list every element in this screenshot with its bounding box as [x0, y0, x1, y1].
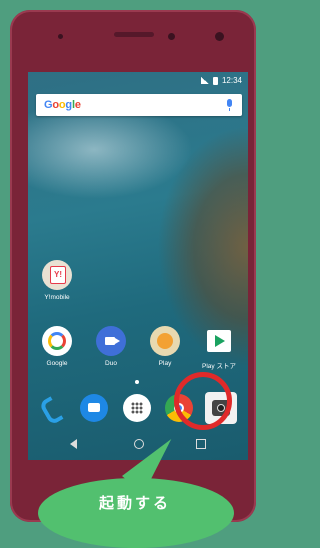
messages-icon[interactable]	[80, 394, 108, 422]
speaker-grille	[114, 32, 154, 37]
sensor-dot	[58, 34, 63, 39]
callout-text: 起動する	[98, 495, 171, 512]
recents-icon[interactable]	[196, 439, 206, 449]
app-play[interactable]: Play	[144, 326, 186, 367]
google-search-bar[interactable]: Google	[36, 94, 242, 116]
home-icon[interactable]	[134, 439, 144, 449]
duo-icon	[96, 326, 126, 356]
proximity-sensor	[168, 33, 175, 40]
signal-icon	[200, 77, 209, 84]
callout-bubble	[38, 478, 234, 548]
play-store-icon	[204, 326, 234, 356]
front-camera	[215, 32, 224, 41]
phone-icon[interactable]	[38, 394, 66, 426]
mic-icon[interactable]	[227, 99, 232, 111]
status-time: 12:34	[221, 76, 242, 85]
app-play-store[interactable]: Play ストア	[198, 326, 240, 370]
google-app-icon	[42, 326, 72, 356]
battery-icon	[212, 76, 218, 85]
camera-highlight-ring	[174, 372, 232, 430]
back-icon[interactable]	[70, 439, 77, 449]
app-drawer-icon[interactable]	[123, 394, 151, 422]
app-duo[interactable]: Duo	[90, 326, 132, 367]
status-bar: 12:34	[200, 76, 242, 85]
google-logo: Google	[44, 99, 81, 111]
page-indicator	[135, 380, 139, 384]
app-google[interactable]: Google	[36, 326, 78, 367]
ymobile-icon: Y!	[42, 260, 72, 290]
app-ymobile[interactable]: Y! Y!mobile	[36, 260, 78, 301]
play-games-icon	[150, 326, 180, 356]
